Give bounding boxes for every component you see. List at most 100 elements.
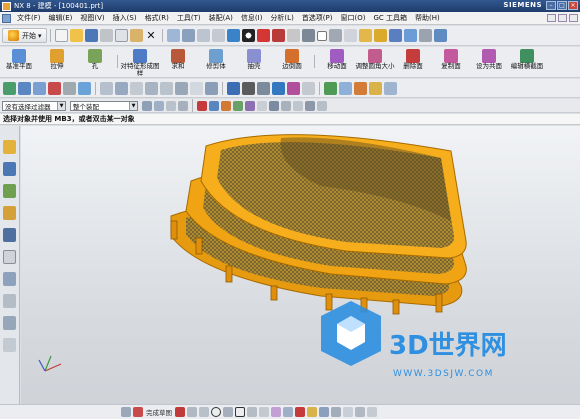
menu-insert[interactable]: 插入(S) [109,13,141,23]
line-icon[interactable] [130,81,143,95]
snap-pole-icon[interactable] [293,100,303,111]
offset-icon[interactable] [283,407,293,417]
type-filter-select[interactable]: 没有选择过滤器 ▼ [2,100,66,111]
close-button[interactable]: × [568,1,578,10]
snap-point-on-face-icon[interactable] [281,100,291,111]
offset-curve-icon[interactable] [175,81,188,95]
render-style-icon[interactable] [241,29,255,42]
make-corner-icon[interactable] [319,407,329,417]
deselect-icon[interactable] [166,100,176,111]
graphics-window[interactable]: 3D世界网 WWW.3DSJW.COM [21,126,580,406]
through-curves-icon[interactable] [242,81,255,95]
feature-tool-5[interactable]: 修剪体 [197,49,235,70]
swept-icon[interactable] [257,81,270,95]
assembly-navigator-icon[interactable] [3,140,16,154]
select-filter-icon[interactable] [142,100,152,111]
save-icon[interactable] [84,29,98,42]
roles-tab-icon[interactable] [3,338,16,352]
explode-icon[interactable] [78,81,91,95]
feature-tool-1[interactable]: 拉伸 [38,49,76,70]
roles-icon[interactable] [418,29,432,42]
feature-tool-2[interactable]: 孔 [76,49,114,70]
intersect-curve-icon[interactable] [205,81,218,95]
sketch-task-icon[interactable] [121,407,131,417]
auto-constrain-icon[interactable] [367,407,377,417]
doc-close-button[interactable] [569,14,578,22]
bounded-plane-icon[interactable] [272,81,285,95]
snap-midpoint-icon[interactable] [209,100,219,111]
unsuppress-icon[interactable] [384,81,397,95]
part-navigator-tab-icon[interactable] [3,184,16,198]
project-curve-icon[interactable] [190,81,203,95]
surface-icon[interactable] [227,81,240,95]
edit-parameters-icon[interactable] [354,81,367,95]
mate-icon[interactable] [63,81,76,95]
menu-edit[interactable]: 编辑(E) [45,13,77,23]
trim-sheet-icon[interactable] [302,81,315,95]
snap-icon[interactable] [373,29,387,42]
menu-format[interactable]: 格式(R) [141,13,173,23]
show-constraints-icon[interactable] [355,407,365,417]
feature-tool-6[interactable]: 抽壳 [235,49,273,70]
polygon-icon[interactable] [247,407,257,417]
wcs-icon[interactable] [388,29,402,42]
profile-icon[interactable] [175,407,185,417]
cut-icon[interactable] [99,29,113,42]
snap-arc-center-icon[interactable] [317,100,327,111]
fillet-icon[interactable] [223,407,233,417]
feature-replay-icon[interactable] [339,81,352,95]
menu-analysis[interactable]: 分析(L) [266,13,297,23]
feature-tool-11[interactable]: 复制面 [432,49,470,70]
component-icon[interactable] [33,81,46,95]
analysis-icon[interactable] [343,29,357,42]
minimize-button[interactable]: – [546,1,556,10]
start-button[interactable]: 开始 ▾ [2,28,47,43]
web-browser-icon[interactable] [3,250,16,264]
constraint-icon[interactable] [48,81,61,95]
zoom-icon[interactable] [211,29,225,42]
shaded-cube-icon[interactable] [226,29,240,42]
quick-extend-icon[interactable] [307,407,317,417]
color-swatch-icon[interactable] [316,30,327,41]
rectangle-icon[interactable] [235,407,245,417]
fit-view-icon[interactable] [196,29,210,42]
feature-tool-8[interactable]: 移动面 [318,49,356,70]
section-cube-icon[interactable] [271,29,285,42]
hd3d-tools-icon[interactable] [3,228,16,242]
red-cube-icon[interactable] [256,29,270,42]
process-studio-icon[interactable] [3,316,16,330]
feature-tool-0[interactable]: 基准平面 [0,49,38,70]
menu-information[interactable]: 信息(I) [237,13,267,23]
dimension-icon[interactable] [331,407,341,417]
sketch-line-icon[interactable] [187,407,197,417]
suppress-icon[interactable] [369,81,382,95]
feature-tool-3[interactable]: 对特征形成图样 [121,49,160,77]
finish-sketch-icon[interactable] [133,407,143,417]
touch-mode-icon[interactable] [403,29,417,42]
spline-icon[interactable] [160,81,173,95]
feature-tool-9[interactable]: 调整圆角大小 [356,49,395,70]
new-file-icon[interactable] [54,29,68,42]
doc-restore-button[interactable] [558,14,567,22]
delete-icon[interactable]: ✕ [145,29,158,42]
menu-help[interactable]: 帮助(H) [411,13,444,23]
feature-tool-4[interactable]: 求和 [159,49,197,70]
doc-minimize-button[interactable] [547,14,556,22]
menu-tools[interactable]: 工具(T) [173,13,205,23]
menu-gc-toolkit[interactable]: GC 工具箱 [369,13,411,23]
menu-window[interactable]: 窗口(O) [337,13,370,23]
wireframe-icon[interactable] [286,29,300,42]
snap-quadrant-icon[interactable] [233,100,243,111]
history-icon[interactable] [3,272,16,286]
customize-icon[interactable] [433,29,447,42]
feature-tool-10[interactable]: 删除面 [394,49,432,70]
feature-tool-13[interactable]: 编辑横截面 [508,49,546,70]
reuse-library-icon[interactable] [3,206,16,220]
open-folder-icon[interactable] [69,29,83,42]
maximize-button[interactable]: □ [557,1,567,10]
arc-icon[interactable] [145,81,158,95]
menu-file[interactable]: 文件(F) [13,13,45,23]
snap-existing-point-icon[interactable] [257,100,267,111]
geometric-constraint-icon[interactable] [343,407,353,417]
menu-view[interactable]: 视图(V) [76,13,108,23]
